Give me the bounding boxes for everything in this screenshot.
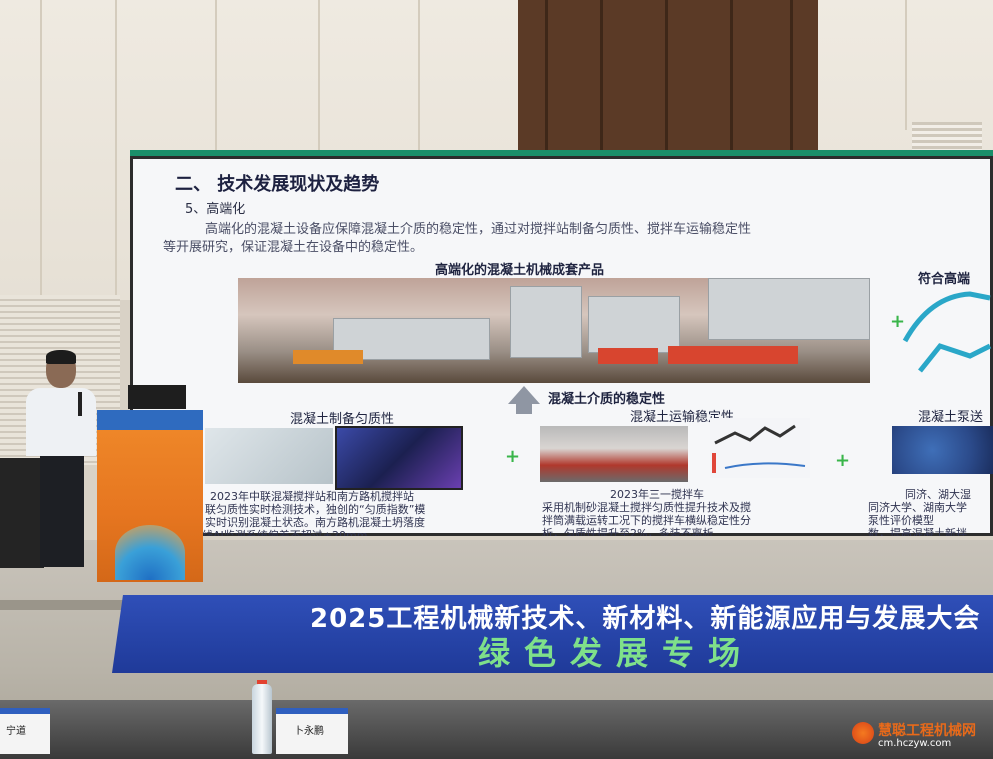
nameplate-text: 宁道: [6, 726, 26, 737]
product-caption: 高端化的混凝土机械成套产品: [435, 263, 605, 278]
lectern-globe-graphic: [115, 525, 185, 580]
lectern-header-band: [97, 410, 203, 430]
truck: [598, 348, 658, 364]
slide-intro-line: 等开展研究，保证混凝土在设备中的稳定性。: [163, 240, 424, 255]
pumping-simulation-image: [892, 426, 993, 474]
plant-3d-rendering: [205, 428, 333, 484]
plus-icon: +: [890, 311, 906, 332]
air-vent: [912, 122, 982, 150]
av-equipment: [0, 458, 44, 568]
mixing-tower: [510, 286, 582, 358]
truck: [293, 350, 363, 364]
plus-icon: +: [505, 446, 521, 467]
speaker-trousers: [40, 455, 84, 567]
mixer-trucks-photo: [540, 426, 688, 482]
wall-panel-seam: [40, 0, 42, 300]
silo-block: [708, 278, 870, 340]
microphone: [78, 392, 82, 416]
projection-screen: 二、 技术发展现状及趋势 5、高端化 高端化的混凝土设备应保障混凝土介质的稳定性…: [130, 150, 993, 536]
nameplate-text: 卜永鹏: [294, 726, 324, 737]
mixer-simulation-image: [710, 418, 810, 478]
water-bottle: [252, 684, 272, 754]
wood-seam: [600, 0, 603, 150]
silo-block: [588, 296, 680, 353]
wood-seam: [665, 0, 668, 150]
up-arrow-icon: [508, 386, 540, 404]
watermark-name: 慧聪工程机械网: [878, 723, 976, 739]
col3-text-line: 数，提高混凝土新拌: [868, 527, 967, 536]
front-table: [0, 700, 993, 759]
monitor-image: [335, 426, 463, 490]
stability-caption: 混凝土介质的稳定性: [548, 392, 666, 407]
up-arrow-shaft: [516, 404, 532, 414]
wood-seam: [730, 0, 733, 150]
slide-section-title: 二、 技术发展现状及趋势: [175, 174, 380, 195]
laptop: [128, 385, 186, 409]
nameplate: 卜永鹏: [276, 708, 348, 754]
pump-truck: [668, 346, 798, 364]
wall-panel-seam: [905, 0, 907, 130]
right-caption: 符合高端: [918, 272, 971, 287]
col2-text-line: 析，匀质性提升至2%，多装不离析: [542, 527, 714, 536]
slide-subsection: 5、高端化: [185, 202, 246, 217]
plus-icon: +: [835, 450, 851, 471]
banner-subtitle: 绿色发展专场: [478, 634, 755, 672]
plant-photo: [238, 278, 870, 383]
nameplate: 宁道: [0, 708, 50, 754]
slide-intro-line: 高端化的混凝土设备应保障混凝土介质的稳定性，通过对搅拌站制备匀质性、搅拌车运输稳…: [205, 222, 752, 237]
pump-boom-image: [902, 291, 992, 373]
watermark-logo-icon: [852, 722, 874, 744]
col1-title: 混凝土制备匀质性: [290, 412, 395, 427]
wood-seam: [545, 0, 548, 150]
wall-panel-seam: [115, 0, 117, 300]
watermark-url: cm.hczyw.com: [878, 738, 952, 749]
wood-seam: [790, 0, 793, 150]
col3-title: 混凝土泵送: [918, 410, 984, 425]
col1-text-line: 线AI监测系统偏差不超过±20mm: [202, 529, 368, 536]
speaker-shirt: [26, 388, 96, 456]
wood-wall-panel: [518, 0, 818, 150]
speaker-hair: [46, 350, 76, 364]
